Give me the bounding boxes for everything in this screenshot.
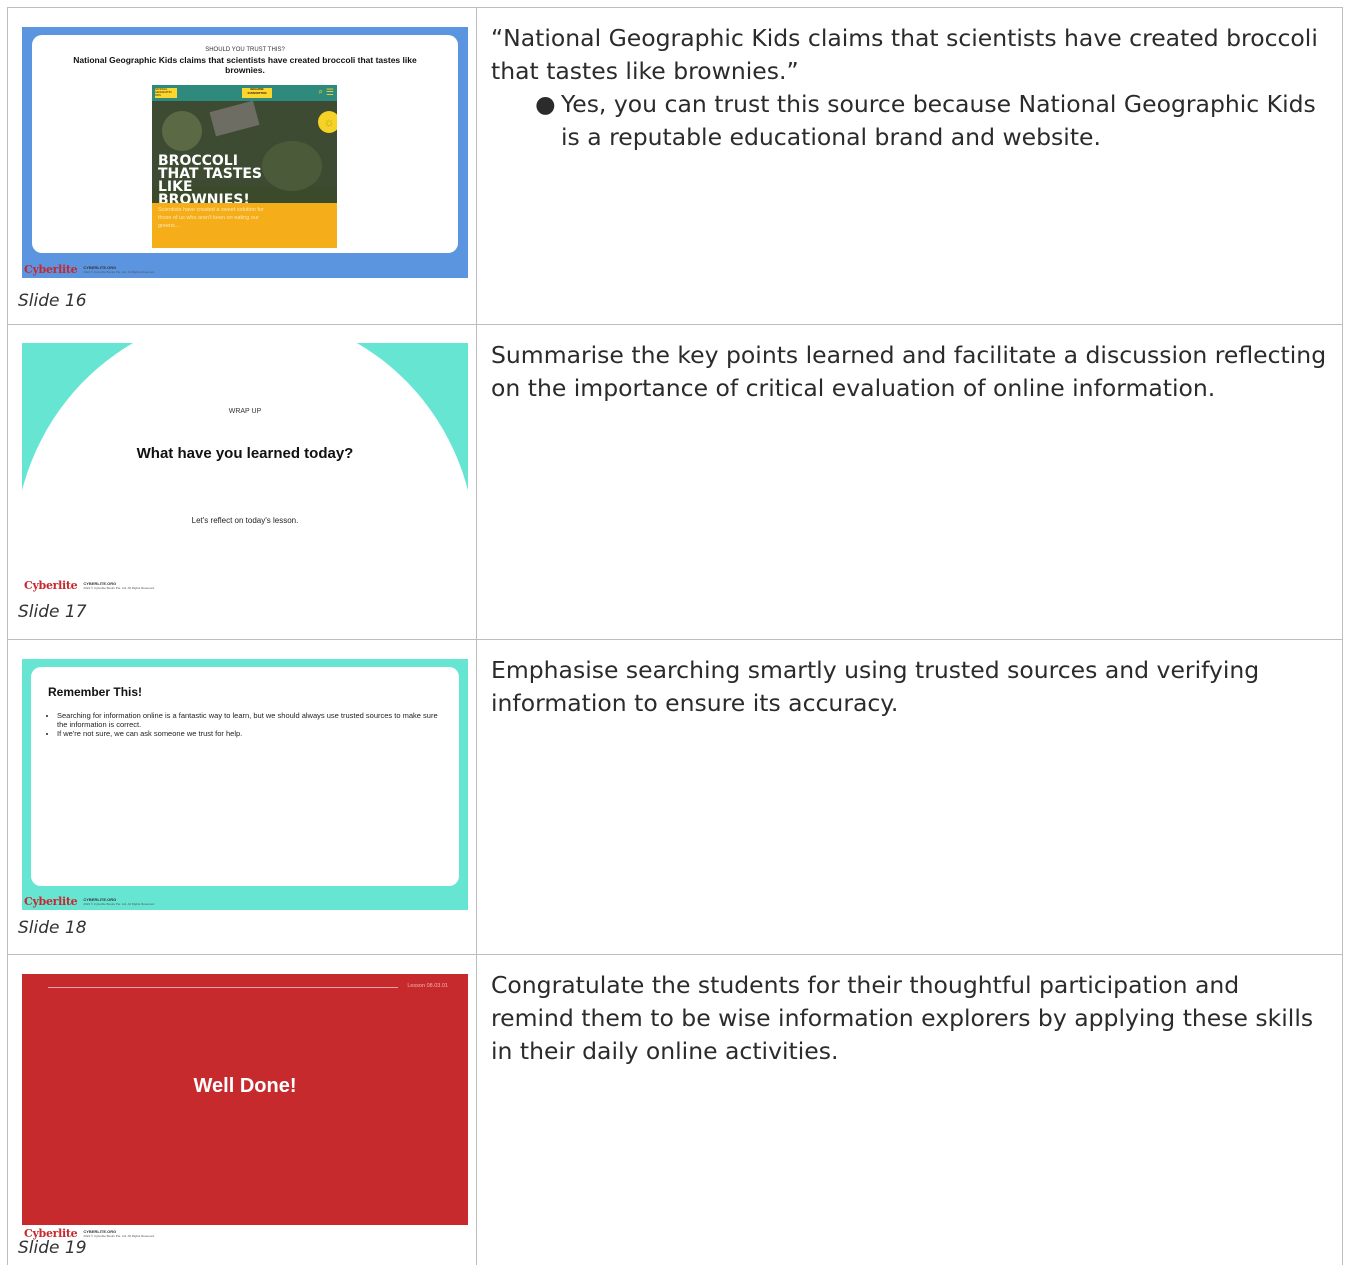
footer-copyright: 2024 © Cyberlite Books Pte. Ltd. All Rig… — [83, 901, 155, 906]
table-row: SHOULD YOU TRUST THIS? National Geograph… — [8, 8, 1343, 325]
slide-caption: Slide 17 — [18, 602, 87, 622]
slide-card: Remember This! Searching for information… — [31, 667, 459, 886]
slide-point: Searching for information online is a fa… — [57, 711, 447, 729]
magazine-subscription-button: MAGAZINE SUBSCRIPTION — [242, 88, 272, 98]
natgeo-kids-logo: NATIONAL GEOGRAPHIC KIDS — [155, 88, 177, 98]
slide-cell: WRAP UP What have you learned today? Let… — [8, 325, 477, 639]
slide-footer: Cyberlite CYBERLITE.ORG 2024 © Cyberlite … — [24, 895, 155, 908]
slide-footer: Cyberlite CYBERLITE.ORG 2024 © Cyberlite … — [24, 263, 155, 276]
slide-divider — [48, 987, 398, 988]
article-teaser: Scientists have created a sweet solution… — [158, 207, 264, 229]
slide-subtitle: Let's reflect on today's lesson. — [191, 516, 299, 525]
cyberlite-logo: Cyberlite — [24, 895, 78, 908]
slide-headline: National Geographic Kids claims that sci… — [73, 55, 417, 75]
notes-cell: Summarise the key points learned and fac… — [477, 325, 1343, 639]
slide-points: Searching for information online is a fa… — [48, 711, 447, 738]
slide-caption: Slide 16 — [18, 291, 87, 311]
slide-cell: SHOULD YOU TRUST THIS? National Geograph… — [8, 8, 477, 324]
table-row: WRAP UP What have you learned today? Let… — [8, 325, 1343, 640]
slide-title: What have you learned today? — [136, 445, 354, 462]
slide-caption: Slide 19 — [18, 1238, 87, 1258]
slide-footer: Cyberlite CYBERLITE.ORG 2024 © Cyberlite … — [24, 579, 155, 592]
teacher-note: Emphasise searching smartly using truste… — [491, 656, 1260, 717]
slide-thumbnail-18: Remember This! Searching for information… — [22, 659, 468, 910]
slide-thumbnail-16: SHOULD YOU TRUST THIS? National Geograph… — [22, 27, 468, 278]
slide-caption: Slide 18 — [18, 918, 87, 938]
search-icon: ⌕ — [318, 87, 323, 96]
notes-cell: “National Geographic Kids claims that sc… — [477, 8, 1343, 324]
slide-thumbnail-17: WRAP UP What have you learned today? Let… — [22, 343, 468, 594]
cyberlite-logo: Cyberlite — [24, 263, 78, 276]
slide-cell: Remember This! Searching for information… — [8, 640, 477, 954]
teacher-note: Summarise the key points learned and fac… — [491, 341, 1327, 402]
slide-card: SHOULD YOU TRUST THIS? National Geograph… — [32, 35, 458, 253]
notes-cell: Congratulate the students for their thou… — [477, 955, 1343, 1265]
slide-kicker: SHOULD YOU TRUST THIS? — [205, 47, 285, 53]
slide-title: Well Done! — [193, 1075, 297, 1097]
teacher-note: “National Geographic Kids claims that sc… — [491, 24, 1318, 85]
slide-kicker: WRAP UP — [228, 408, 262, 415]
table-row: Lesson 08.03.01 Well Done! Cyberlite CYB… — [8, 955, 1343, 1265]
slide-thumbnail-19: Lesson 08.03.01 Well Done! — [22, 974, 468, 1225]
cyberlite-logo: Cyberlite — [24, 579, 78, 592]
footer-copyright: 2024 © Cyberlite Books Pte. Ltd. All Rig… — [83, 1233, 155, 1238]
website-header: NATIONAL GEOGRAPHIC KIDS MAGAZINE SUBSCR… — [152, 85, 337, 101]
table-row: Remember This! Searching for information… — [8, 640, 1343, 955]
website-screenshot: NATIONAL GEOGRAPHIC KIDS MAGAZINE SUBSCR… — [152, 85, 337, 248]
menu-icon: ☰ — [325, 87, 334, 97]
footer-copyright: 2024 © Cyberlite Books Pte. Ltd. All Rig… — [83, 585, 155, 590]
lesson-notes-table: SHOULD YOU TRUST THIS? National Geograph… — [7, 7, 1343, 1265]
sun-icon: ☼ — [318, 111, 337, 133]
lesson-number: Lesson 08.03.01 — [407, 983, 448, 989]
footer-copyright: 2024 © Cyberlite Books Pte. Ltd. All Rig… — [83, 269, 155, 274]
slide-cell: Lesson 08.03.01 Well Done! Cyberlite CYB… — [8, 955, 477, 1265]
note-bullet: ● Yes, you can trust this source because … — [535, 90, 1316, 151]
slide-title: Remember This! — [48, 685, 143, 699]
teacher-note: Congratulate the students for their thou… — [491, 971, 1314, 1065]
notes-cell: Emphasise searching smartly using truste… — [477, 640, 1343, 954]
note-bullets: ● Yes, you can trust this source because … — [491, 88, 1328, 154]
slide-point: If we're not sure, we can ask someone we… — [57, 729, 447, 738]
article-title: BROCCOLI THAT TASTES LIKE BROWNIES! — [158, 153, 263, 208]
